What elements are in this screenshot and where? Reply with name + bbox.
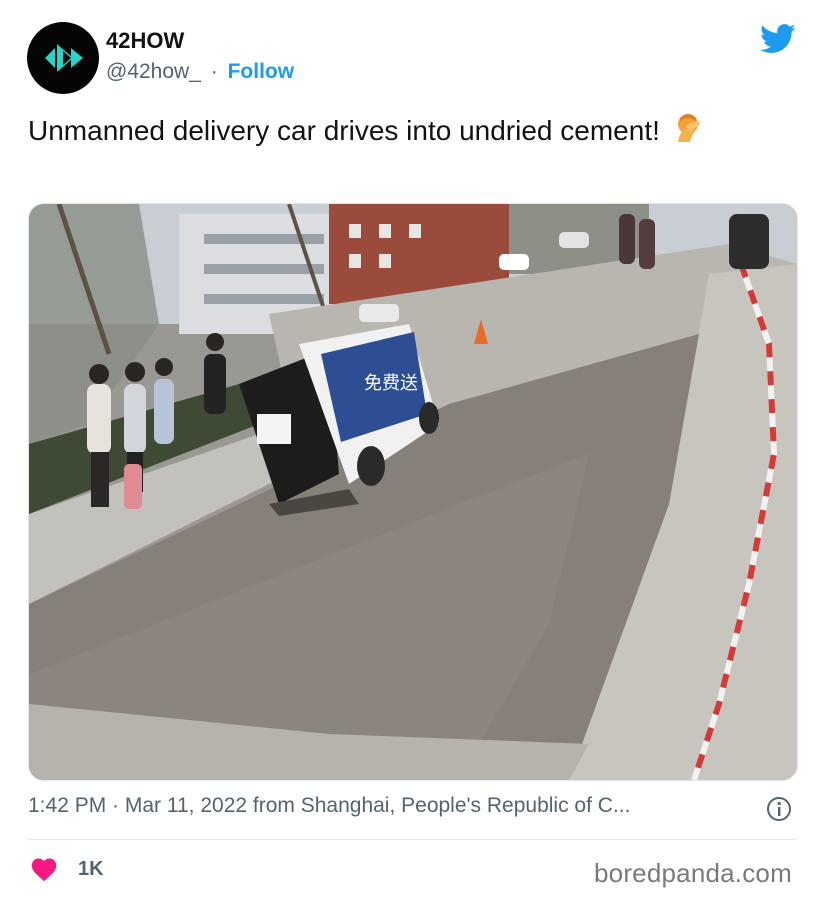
twitter-bird-icon[interactable] [760,24,796,54]
display-name[interactable]: 42HOW [106,28,184,54]
heart-icon [31,858,57,882]
tweet-text: Unmanned delivery car drives into undrie… [28,112,748,149]
tweet-card: 42HOW @42how_ · Follow Unmanned delivery… [0,0,825,901]
follow-button[interactable]: Follow [228,60,295,83]
delivery-car-in-cement-photo: 免费送 [29,204,797,780]
avatar[interactable] [27,22,99,94]
tweet-timestamp[interactable]: 1:42 PM · Mar 11, 2022 from Shanghai, Pe… [28,794,758,818]
tweet-body: Unmanned delivery car drives into undrie… [28,115,660,146]
source-watermark: boredpanda.com [594,858,792,888]
divider [28,839,796,840]
user-handle[interactable]: @42how_ [106,60,201,83]
tweet-photo[interactable]: 免费送 [28,203,798,781]
separator-dot: · [210,60,218,83]
like-button[interactable]: 1K [30,856,104,882]
face-palm-emoji-icon [677,114,700,142]
42how-logo-icon [45,44,83,72]
like-count: 1K [78,857,104,880]
handle-row: @42how_ · Follow [106,60,294,84]
info-icon[interactable] [766,796,792,822]
car-sign-text: 免费送 [364,373,418,394]
